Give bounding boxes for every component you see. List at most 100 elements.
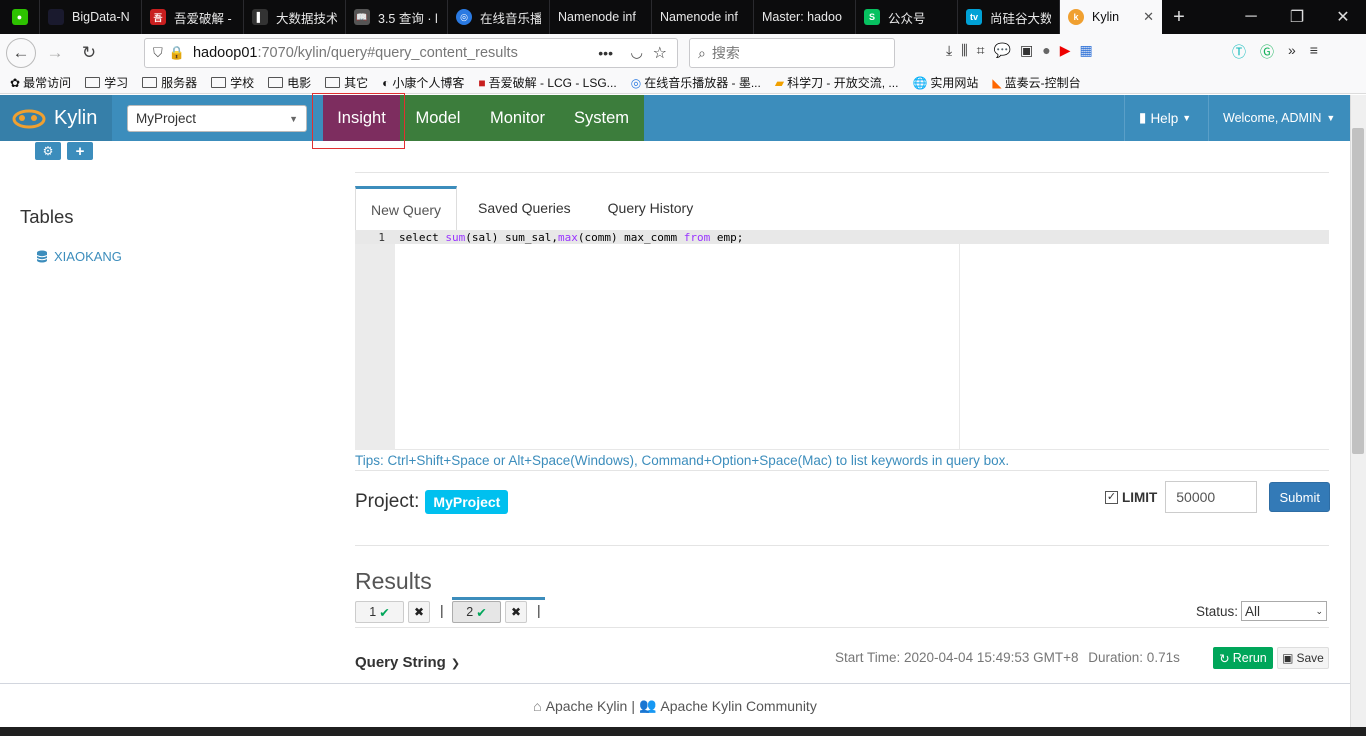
menu-icon[interactable]: ≡ (1310, 42, 1318, 62)
rerun-button[interactable]: ↻ Rerun (1213, 647, 1273, 669)
cogs-icon: ⚙ (42, 144, 54, 158)
tab-saved-queries[interactable]: Saved Queries (457, 186, 586, 230)
browser-tab[interactable]: 📖 3.5 查询 · l (346, 0, 448, 34)
browser-tab[interactable]: Namenode inf (550, 0, 652, 34)
limit-checkbox[interactable]: ✓ (1105, 490, 1118, 504)
insecure-lock-icon: 🔒 (168, 45, 185, 60)
add-table-button[interactable]: + (67, 142, 93, 160)
user-menu[interactable]: Welcome, ADMIN ▼ (1208, 95, 1350, 141)
new-tab-icon[interactable]: + (1162, 0, 1196, 34)
youtube-icon[interactable]: ▶ (1060, 42, 1071, 59)
forward-icon[interactable]: → (40, 38, 70, 68)
kylin-logo-icon (12, 109, 46, 129)
result-tab[interactable]: 1 ✔ (355, 601, 404, 623)
bookmark-link[interactable]: ◣ 蓝奏云-控制台 (992, 74, 1080, 91)
limit-input[interactable]: 50000 (1165, 481, 1258, 513)
folder-icon (142, 77, 158, 88)
more-icon[interactable]: ••• (598, 45, 613, 61)
nav-insight[interactable]: Insight (323, 95, 400, 141)
browser-tab[interactable]: BigData-N (40, 0, 142, 34)
table-tree-node[interactable]: XIAOKANG (36, 249, 122, 264)
status-select[interactable]: All ⌄ (1241, 601, 1328, 621)
avatar-icon[interactable]: ● (1042, 42, 1050, 59)
bookmark-folder[interactable]: 其它 (325, 74, 368, 91)
nav-system[interactable]: System (559, 95, 644, 141)
browser-tab[interactable]: 吾 吾爱破解 - (142, 0, 244, 34)
sql-code[interactable]: select sum(sal) sum_sal,max(comm) max_co… (399, 231, 743, 244)
table-settings-button[interactable]: ⚙ (35, 142, 61, 160)
bookmark-star-icon[interactable]: ☆ (653, 43, 667, 63)
library-icon[interactable]: ⫼ (961, 42, 967, 59)
book-icon: 📖 (354, 9, 370, 25)
blog-icon: ◐ (382, 75, 390, 90)
nav-monitor[interactable]: Monitor (476, 95, 559, 141)
minimize-icon[interactable]: ─ (1228, 0, 1274, 34)
tab-new-query[interactable]: New Query (355, 186, 458, 231)
submit-button[interactable]: Submit (1269, 482, 1331, 512)
footer-link-kylin[interactable]: Apache Kylin (546, 698, 628, 714)
nav-model[interactable]: Model (400, 95, 476, 141)
results-title: Results (355, 568, 432, 594)
close-tab-icon[interactable]: ✕ (1143, 9, 1154, 25)
scrollbar-thumb[interactable] (1352, 128, 1364, 454)
search-icon: ⌕ (698, 44, 706, 61)
translate-icon[interactable]: Ⓣ (1232, 42, 1246, 62)
browser-tab-wechat[interactable]: ● (0, 0, 40, 34)
52pojie-icon: 吾 (150, 9, 166, 25)
back-icon[interactable]: ← (6, 38, 36, 68)
reload-icon[interactable]: ↻ (74, 38, 104, 68)
result-tab-active[interactable]: 2 ✔ (452, 601, 501, 623)
footer-link-community[interactable]: Apache Kylin Community (660, 698, 816, 714)
check-icon: ✔ (379, 605, 390, 620)
project-select[interactable]: MyProject ▼ (127, 105, 307, 132)
help-menu[interactable]: ▮ Help ▼ (1124, 95, 1208, 141)
bookmark-link[interactable]: ▰ 科学刀 - 开放交流, ... (775, 74, 899, 91)
extension-icon[interactable]: ▦ (1079, 42, 1092, 59)
browser-tab[interactable]: ◎ 在线音乐播 (448, 0, 550, 34)
52pojie-icon: ■ (478, 75, 486, 90)
bookmark-folder[interactable]: 学校 (211, 74, 254, 91)
screenshot-icon[interactable]: ⌗ (977, 42, 985, 59)
brand-logo[interactable]: Kylin (0, 95, 112, 141)
wechat-icon: ● (11, 9, 28, 25)
close-icon: ✖ (510, 605, 522, 619)
bookmark-link[interactable]: ◎ 在线音乐播放器 - 墨... (631, 74, 761, 91)
browser-tab[interactable]: tv 尚硅谷大数 (958, 0, 1060, 34)
bookmark-folder[interactable]: 学习 (85, 74, 128, 91)
browser-tab[interactable]: ▌ 大数据技术 (244, 0, 346, 34)
tab-query-history[interactable]: Query History (586, 186, 709, 230)
overflow-icon[interactable]: » (1288, 42, 1296, 62)
pocket-icon[interactable]: ◡ (630, 45, 643, 61)
folder-icon (268, 77, 284, 88)
save-button[interactable]: ▣ Save (1277, 647, 1329, 669)
browser-tab[interactable]: Master: hadoo (754, 0, 856, 34)
close-result-button[interactable]: ✖ (408, 601, 430, 623)
browser-tab[interactable]: S 公众号 (856, 0, 958, 34)
url-bar[interactable]: ⛉ 🔒 hadoop01:7070/kylin/query#query_cont… (144, 38, 678, 68)
close-result-button[interactable]: ✖ (505, 601, 527, 623)
query-string-toggle[interactable]: Query String ❯ (355, 654, 460, 671)
bookmark-folder[interactable]: 服务器 (142, 74, 197, 91)
bookmark-most-visited[interactable]: ✿ 最常访问 (10, 74, 71, 91)
wechat-mp-icon: S (864, 9, 880, 25)
grammarly-icon[interactable]: Ⓖ (1260, 42, 1274, 62)
restore-icon[interactable]: ❐ (1274, 0, 1320, 34)
folder-icon (85, 77, 101, 88)
browser-tab[interactable]: Namenode inf (652, 0, 754, 34)
bookmark-link[interactable]: 🌐 实用网站 (912, 74, 978, 91)
search-input[interactable]: ⌕ 搜索 (689, 38, 895, 68)
download-icon[interactable]: ⤓ (946, 42, 952, 59)
browser-tab-active[interactable]: k Kylin ✕ (1060, 0, 1162, 34)
bookmark-folder[interactable]: 电影 (268, 74, 311, 91)
query-tabs: New Query Saved Queries Query History (355, 186, 709, 231)
close-window-icon[interactable]: ✕ (1320, 0, 1366, 34)
status-filter: Status: All ⌄ (1196, 601, 1328, 621)
chat-icon[interactable]: 💬 (994, 42, 1011, 59)
project-badge: MyProject (425, 490, 509, 514)
tables-title: Tables (20, 206, 74, 227)
reader-icon[interactable]: ▣ (1020, 42, 1033, 59)
bookmark-link[interactable]: ■ 吾爱破解 - LCG - LSG... (478, 74, 616, 91)
editor-gutter (355, 230, 395, 450)
bookmark-link[interactable]: ◐ 小康个人博客 (382, 74, 464, 91)
sql-editor[interactable]: 1 select sum(sal) sum_sal,max(comm) max_… (355, 230, 1329, 450)
